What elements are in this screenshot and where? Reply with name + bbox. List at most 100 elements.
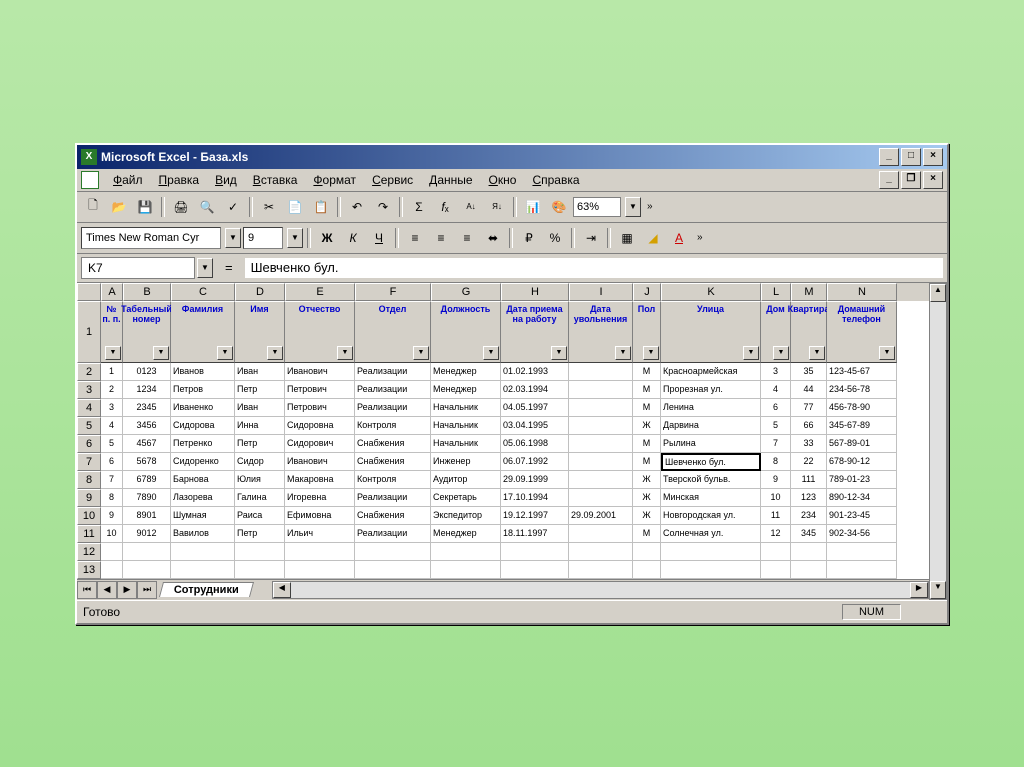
mdi-restore-button[interactable]: ❐: [901, 171, 921, 189]
field-header[interactable]: № п. п.▼: [101, 301, 123, 363]
menu-справка[interactable]: Справка: [524, 171, 587, 189]
cell[interactable]: 35: [791, 363, 827, 381]
cell[interactable]: 02.03.1994: [501, 381, 569, 399]
menu-файл[interactable]: Файл: [105, 171, 151, 189]
cell[interactable]: 29.09.1999: [501, 471, 569, 489]
row-header[interactable]: 9: [77, 489, 101, 507]
cell[interactable]: 8: [761, 453, 791, 471]
cell[interactable]: М: [633, 399, 661, 417]
cell[interactable]: 03.04.1995: [501, 417, 569, 435]
cell[interactable]: [569, 543, 633, 561]
tab-nav-last[interactable]: ⏭: [137, 581, 157, 599]
cell[interactable]: 66: [791, 417, 827, 435]
field-header[interactable]: Отчество▼: [285, 301, 355, 363]
cell[interactable]: Солнечная ул.: [661, 525, 761, 543]
cell[interactable]: 6789: [123, 471, 171, 489]
format-expand-icon[interactable]: »: [697, 232, 703, 243]
cell[interactable]: М: [633, 525, 661, 543]
cell[interactable]: Рылина: [661, 435, 761, 453]
cell[interactable]: Шевченко бул.: [661, 453, 761, 471]
cell[interactable]: 0123: [123, 363, 171, 381]
cell[interactable]: [569, 417, 633, 435]
col-header-K[interactable]: K: [661, 283, 761, 301]
cell[interactable]: 3: [101, 399, 123, 417]
cell[interactable]: [171, 543, 235, 561]
cell[interactable]: Сидоренко: [171, 453, 235, 471]
cell[interactable]: 1234: [123, 381, 171, 399]
cell[interactable]: [569, 363, 633, 381]
cell[interactable]: 17.10.1994: [501, 489, 569, 507]
cell[interactable]: 9: [101, 507, 123, 525]
menu-сервис[interactable]: Сервис: [364, 171, 421, 189]
cell[interactable]: Реализации: [355, 399, 431, 417]
cell[interactable]: Менеджер: [431, 525, 501, 543]
cell[interactable]: [569, 561, 633, 579]
cell[interactable]: Инна: [235, 417, 285, 435]
cell[interactable]: [431, 543, 501, 561]
cell[interactable]: [791, 543, 827, 561]
formula-input[interactable]: Шевченко бул.: [245, 258, 943, 278]
cell[interactable]: 1: [101, 363, 123, 381]
cell[interactable]: 3: [761, 363, 791, 381]
filter-arrow-icon[interactable]: ▼: [337, 346, 353, 360]
vertical-scrollbar[interactable]: ▲ ▼: [929, 283, 947, 600]
spreadsheet-grid[interactable]: ABCDEFGHIJKLMN 1 № п. п.▼Табельный номер…: [77, 283, 929, 579]
font-name-combo[interactable]: Times New Roman Cyr: [81, 227, 221, 249]
cell[interactable]: Минская: [661, 489, 761, 507]
font-size-combo[interactable]: 9: [243, 227, 283, 249]
cell[interactable]: 10: [101, 525, 123, 543]
cell[interactable]: [761, 543, 791, 561]
cell[interactable]: 567-89-01: [827, 435, 897, 453]
cell[interactable]: [569, 471, 633, 489]
drawing-button[interactable]: 🎨: [547, 195, 571, 219]
cell[interactable]: 234: [791, 507, 827, 525]
italic-button[interactable]: К: [341, 226, 365, 250]
cell[interactable]: 2345: [123, 399, 171, 417]
filter-arrow-icon[interactable]: ▼: [413, 346, 429, 360]
cell[interactable]: Снабжения: [355, 435, 431, 453]
font-name-arrow-icon[interactable]: ▼: [225, 228, 241, 248]
col-header-N[interactable]: N: [827, 283, 897, 301]
filter-arrow-icon[interactable]: ▼: [217, 346, 233, 360]
cell[interactable]: [431, 561, 501, 579]
toolbar-expand-icon[interactable]: »: [647, 201, 653, 212]
col-header-B[interactable]: B: [123, 283, 171, 301]
borders-button[interactable]: ▦: [615, 226, 639, 250]
minimize-button[interactable]: _: [879, 148, 899, 166]
cell[interactable]: 890-12-34: [827, 489, 897, 507]
cell[interactable]: Ж: [633, 489, 661, 507]
cell[interactable]: 01.02.1993: [501, 363, 569, 381]
cell[interactable]: 123: [791, 489, 827, 507]
cell[interactable]: 11: [761, 507, 791, 525]
cell[interactable]: [501, 543, 569, 561]
cell[interactable]: 9: [761, 471, 791, 489]
cell[interactable]: Иванович: [285, 453, 355, 471]
cell[interactable]: Иван: [235, 399, 285, 417]
copy-button[interactable]: 📄: [283, 195, 307, 219]
field-header[interactable]: Квартира▼: [791, 301, 827, 363]
cell[interactable]: 345-67-89: [827, 417, 897, 435]
cut-button[interactable]: ✂: [257, 195, 281, 219]
merge-center-button[interactable]: ⬌: [481, 226, 505, 250]
cell[interactable]: Контроля: [355, 417, 431, 435]
fill-color-button[interactable]: ◢: [641, 226, 665, 250]
cell[interactable]: [501, 561, 569, 579]
cell[interactable]: 22: [791, 453, 827, 471]
cell[interactable]: М: [633, 435, 661, 453]
cell[interactable]: Петр: [235, 525, 285, 543]
cell[interactable]: Контроля: [355, 471, 431, 489]
menu-формат[interactable]: Формат: [305, 171, 364, 189]
cell[interactable]: 9012: [123, 525, 171, 543]
row-header[interactable]: 5: [77, 417, 101, 435]
spellcheck-button[interactable]: ✓: [221, 195, 245, 219]
bold-button[interactable]: Ж: [315, 226, 339, 250]
cell[interactable]: 7890: [123, 489, 171, 507]
row-header-1[interactable]: 1: [77, 301, 101, 363]
cell[interactable]: Шумная: [171, 507, 235, 525]
cell[interactable]: Ж: [633, 471, 661, 489]
cell[interactable]: М: [633, 381, 661, 399]
cell[interactable]: 3456: [123, 417, 171, 435]
col-header-A[interactable]: A: [101, 283, 123, 301]
cell[interactable]: 29.09.2001: [569, 507, 633, 525]
filter-arrow-icon[interactable]: ▼: [267, 346, 283, 360]
